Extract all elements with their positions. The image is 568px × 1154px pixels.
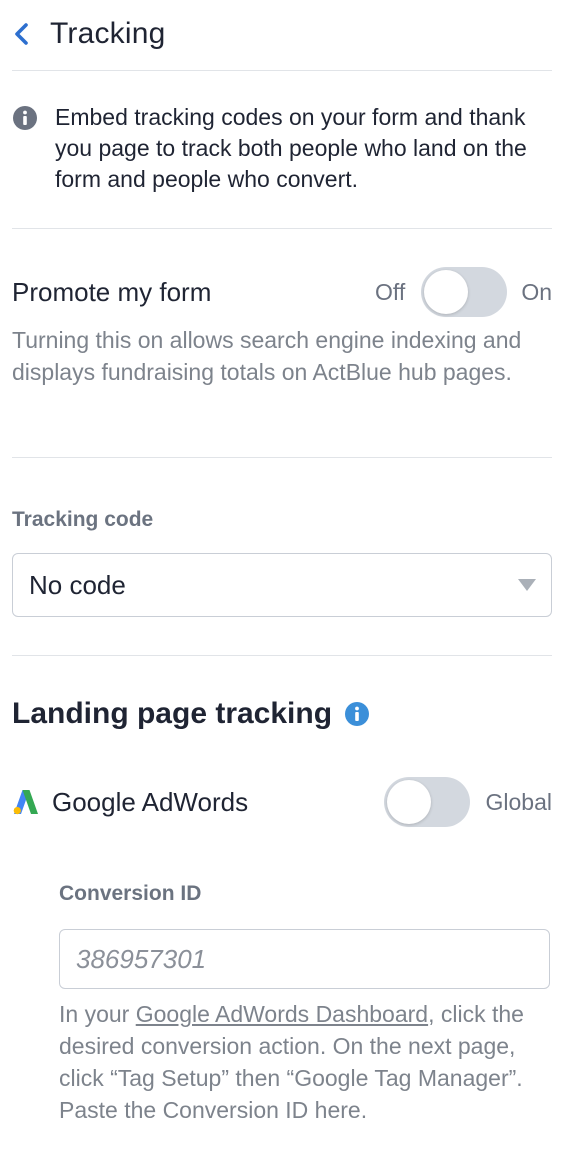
tracking-settings-panel: Tracking Embed tracking codes on your fo…	[0, 0, 568, 1154]
page-title: Tracking	[50, 17, 166, 50]
conversion-id-label: Conversion ID	[59, 882, 202, 905]
promote-toggle[interactable]	[421, 267, 508, 317]
adwords-toggle[interactable]	[383, 777, 470, 827]
google-adwords-logo	[13, 790, 38, 815]
promote-description: Turning this on allows search engine ind…	[12, 327, 522, 385]
info-icon[interactable]	[344, 701, 370, 727]
global-label: Global	[485, 788, 552, 815]
conversion-id-input[interactable]	[59, 929, 550, 989]
chevron-left-icon	[15, 23, 28, 45]
conversion-help-text: In your Google AdWords Dashboard, click …	[59, 998, 552, 1126]
adwords-row: Google AdWords Global	[12, 776, 552, 828]
section-title: Landing page tracking	[12, 697, 333, 730]
header: Tracking	[12, 12, 166, 56]
info-icon	[13, 106, 37, 130]
toggle-off-label: Off	[375, 278, 406, 305]
tracking-code-value: No code	[29, 569, 126, 600]
info-banner: Embed tracking codes on your form and th…	[12, 102, 552, 195]
toggle-knob	[386, 780, 431, 824]
toggle-knob	[424, 270, 469, 314]
info-text: Embed tracking codes on your form and th…	[55, 104, 527, 192]
landing-section-header: Landing page tracking	[12, 692, 370, 736]
divider	[12, 655, 552, 656]
toggle-on-label: On	[521, 278, 552, 305]
adwords-dashboard-link[interactable]: Google AdWords Dashboard	[136, 1001, 428, 1027]
promote-label: Promote my form	[12, 276, 212, 307]
divider	[12, 228, 552, 229]
back-button[interactable]	[12, 14, 38, 54]
caret-down-icon	[518, 579, 536, 591]
adwords-label: Google AdWords	[52, 786, 249, 817]
promote-row: Promote my form Off On	[12, 266, 552, 318]
help-prefix: In your	[59, 1001, 136, 1027]
divider	[12, 457, 552, 458]
divider	[12, 70, 552, 71]
tracking-code-label: Tracking code	[12, 508, 154, 531]
tracking-code-select[interactable]: No code	[12, 553, 552, 617]
